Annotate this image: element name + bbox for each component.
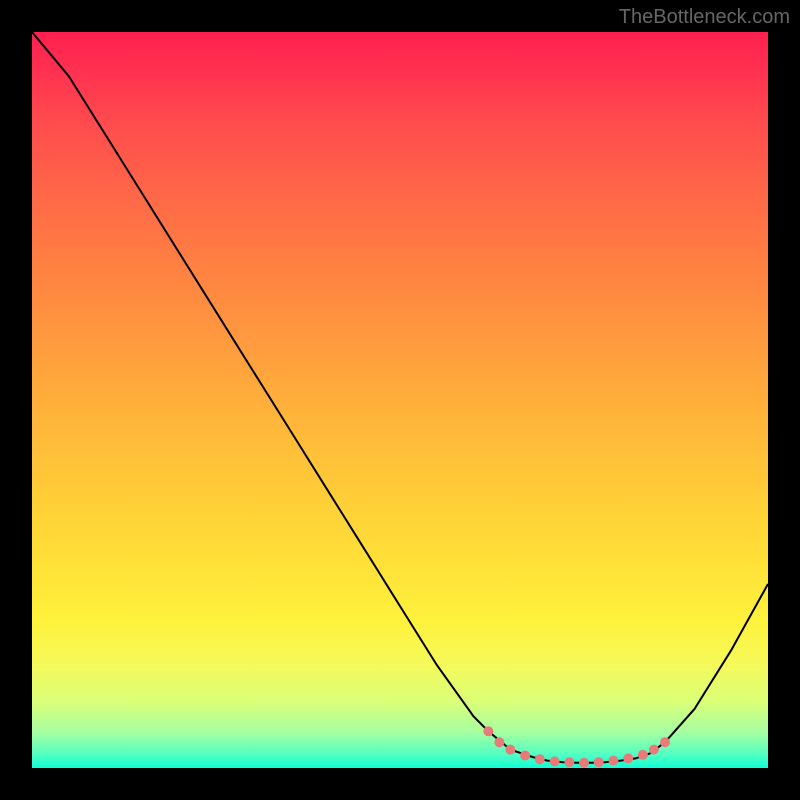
marker-dot [564, 757, 574, 767]
marker-dot [483, 726, 493, 736]
marker-dot [520, 751, 530, 761]
watermark-text: TheBottleneck.com [619, 6, 790, 29]
marker-dot [638, 750, 648, 760]
highlight-markers [483, 726, 670, 768]
marker-dot [608, 756, 618, 766]
bottleneck-curve-line [32, 32, 768, 763]
marker-dot [594, 757, 604, 767]
chart-container [32, 32, 768, 768]
marker-dot [623, 753, 633, 763]
marker-dot [535, 754, 545, 764]
chart-svg [32, 32, 768, 768]
marker-dot [550, 756, 560, 766]
marker-dot [660, 737, 670, 747]
marker-dot [649, 745, 659, 755]
marker-dot [505, 745, 515, 755]
marker-dot [494, 737, 504, 747]
marker-dot [579, 758, 589, 768]
